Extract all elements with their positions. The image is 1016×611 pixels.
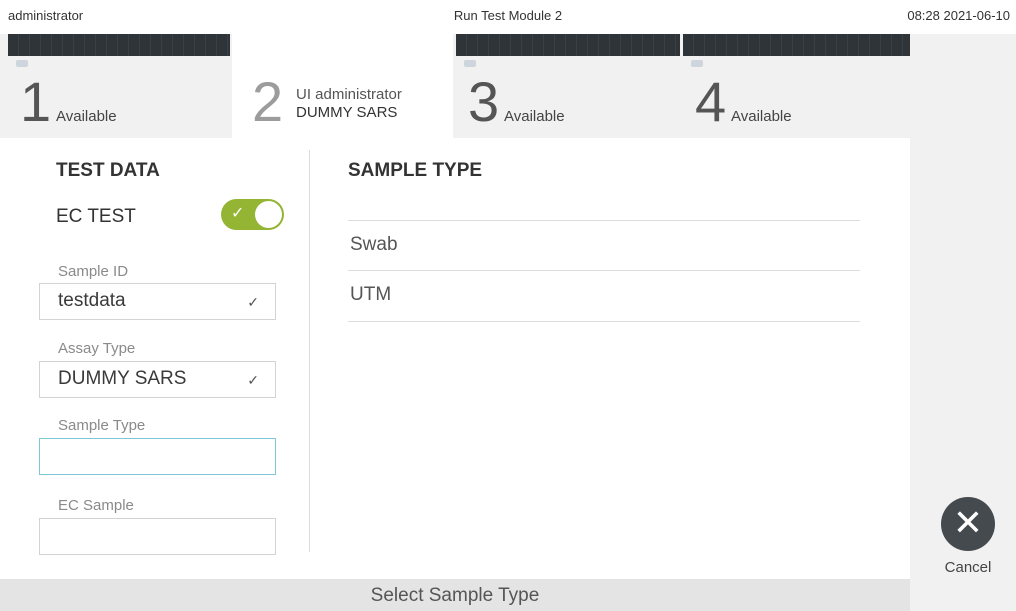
test-data-heading: TEST DATA [56,160,160,181]
chevron-down-icon: ✓ [247,294,259,310]
module-assay: DUMMY SARS [296,104,398,121]
bottom-status-bar: Select Sample Type [0,579,910,611]
ec-sample-label: EC Sample [58,497,134,514]
module-tab-1[interactable]: 1 Available [8,34,230,138]
cancel-label[interactable]: Cancel [936,559,1000,576]
module-user: UI administrator [296,86,402,103]
chevron-down-icon: ✓ [247,372,259,388]
sample-id-label: Sample ID [58,263,129,280]
module-number: 1 [20,70,52,133]
module-status: Available [731,108,792,125]
datetime: 08:28 2021-06-10 [907,8,1010,23]
module-tab-2[interactable]: 2 UI administrator DUMMY SARS [232,34,453,138]
divider [348,220,860,221]
toggle-knob [255,201,282,228]
divider [348,270,860,271]
sample-type-field[interactable] [39,438,276,475]
panel-divider [309,150,310,552]
ec-test-label: EC TEST [56,206,136,227]
cancel-button[interactable]: ✕ [941,497,995,551]
module-status-stripe [8,34,230,56]
assay-type-label: Assay Type [58,340,136,357]
module-status-stripe [456,34,680,56]
module-number: 2 [252,70,284,133]
ec-test-toggle[interactable]: ✓ [221,199,284,230]
module-number: 4 [695,70,727,133]
module-status: Available [504,108,565,125]
divider [348,321,860,322]
status-bar: administrator Run Test Module 2 08:28 20… [0,0,1016,34]
sample-type-label: Sample Type [58,417,146,434]
assay-type-value: DUMMY SARS [58,368,187,389]
window-title: Run Test Module 2 [453,8,563,23]
module-indicator-icon [464,60,476,67]
sample-id-select[interactable]: testdata ✓ [39,283,276,320]
assay-type-select[interactable]: DUMMY SARS ✓ [39,361,276,398]
check-icon: ✓ [231,205,245,222]
module-status: Available [56,108,117,125]
module-tab-4[interactable]: 4 Available [683,34,910,138]
sample-type-heading: SAMPLE TYPE [348,160,483,181]
module-indicator-icon [691,60,703,67]
sample-type-option-swab[interactable]: Swab [350,234,398,256]
module-status-stripe [683,34,910,56]
sample-id-value: testdata [58,290,126,311]
sample-type-option-utm[interactable]: UTM [350,284,391,306]
module-tab-3[interactable]: 3 Available [456,34,680,138]
module-indicator-icon [16,60,28,67]
instruction-message: Select Sample Type [370,585,540,606]
close-icon: ✕ [952,502,984,543]
ec-sample-field[interactable] [39,518,276,555]
module-number: 3 [468,70,500,133]
